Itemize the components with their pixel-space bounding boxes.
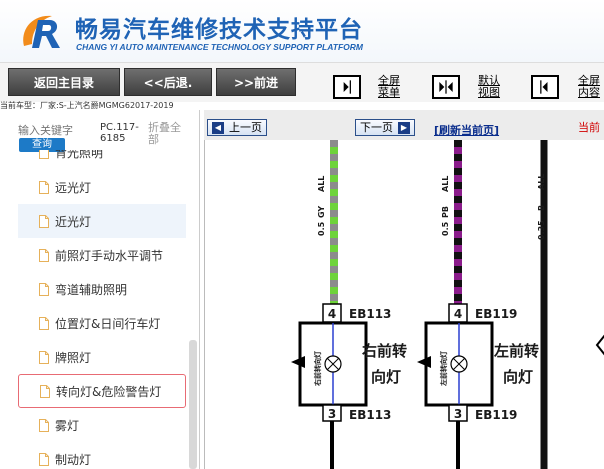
toolbar: 返回主目录 <<后退. >>前进 全屏 菜单 默认 视图 全屏 内容 [0, 62, 604, 102]
pin-top: 4 [328, 307, 336, 321]
fullscreen-content-label-2: 内容 [578, 86, 600, 99]
fullscreen-menu-label-2: 菜单 [378, 86, 400, 99]
fullscreen-menu-link[interactable]: 全屏 菜单 [378, 75, 400, 99]
tree-item[interactable]: 近光灯 [18, 204, 186, 238]
forward-button[interactable]: >>前进 [216, 68, 296, 96]
tree-item-label: 弯道辅助照明 [55, 282, 128, 297]
tree-item[interactable]: 远光灯 [18, 170, 186, 204]
component-right-front-turn-lamp[interactable]: 4 EB113 右前转向灯 右前转 向灯 3 EB113 [291, 303, 407, 469]
tree-item-label: 前照灯手动水平调节 [55, 248, 164, 263]
site-subtitle: CHANG YI AUTO MAINTENANCE TECHNOLOGY SUP… [76, 42, 363, 52]
document-icon [39, 316, 49, 330]
document-icon [39, 180, 49, 194]
sidebar-scrollbar[interactable] [189, 340, 197, 469]
tree-item-label: 近光灯 [55, 214, 92, 229]
diagram-header: ◀ 上一页 下一页 ▶ [204, 110, 604, 140]
tree-item[interactable]: 背光照明 [18, 150, 186, 164]
tree-item[interactable]: 制动灯 [18, 442, 186, 469]
connector-top: EB113 [349, 307, 391, 321]
document-icon [39, 282, 49, 296]
fullscreen-content-icon[interactable] [531, 75, 559, 99]
back-to-main-button[interactable]: 返回主目录 [8, 68, 120, 96]
wire-1-tag: ALL [317, 176, 326, 192]
sidebar: 查询 PC.117-6185 折叠全部 背光照明 远光灯 近光灯 前照灯手动水平… [0, 110, 200, 469]
wiring-diagram: ALL 0.5 GY ALL 0.5 PB ALL 0.35 B 4 EB113… [204, 140, 604, 469]
wiring-diagram-svg: ALL 0.5 GY ALL 0.5 PB ALL 0.35 B 4 EB113… [291, 140, 604, 469]
tree-item-label: 牌照灯 [55, 350, 92, 365]
document-icon [39, 150, 49, 159]
default-view-icon[interactable] [432, 75, 460, 99]
site-title: 畅易汽车维修技术支持平台 [75, 17, 363, 43]
tree-list: 背光照明 远光灯 近光灯 前照灯手动水平调节 弯道辅助照明 位置灯&日间行车灯 … [18, 150, 188, 469]
document-icon [39, 418, 49, 432]
component-label-line2: 向灯 [371, 368, 401, 386]
tree-item-label: 远光灯 [55, 180, 92, 195]
default-view-link[interactable]: 默认 视图 [478, 75, 500, 99]
connector-top: EB119 [475, 307, 517, 321]
component-left-front-turn-lamp[interactable]: 4 EB119 左前转向灯 左前转 向灯 3 EB119 [417, 303, 539, 469]
wire-1-color: GY [317, 206, 326, 218]
wire-2-color: PB [441, 206, 450, 218]
wire-3-color: B [537, 205, 546, 211]
pc-code: PC.117-6185 [100, 122, 139, 144]
tree-item-label: 制动灯 [55, 452, 92, 467]
connector-bottom: EB119 [475, 408, 517, 422]
collapse-all-button[interactable]: 折叠全部 [148, 122, 190, 146]
wire-2-size: 0.5 [441, 221, 450, 236]
arrow-left-icon: ◀ [212, 121, 224, 134]
tree-item[interactable]: 弯道辅助照明 [18, 272, 186, 306]
next-page-label: 下一页 [360, 121, 393, 134]
tree-item[interactable]: 牌照灯 [18, 340, 186, 374]
component-inner-label: 右前转向灯 [313, 351, 322, 387]
prev-page-label: 上一页 [229, 121, 262, 134]
search-input[interactable] [18, 123, 96, 137]
tree-item[interactable]: 位置灯&日间行车灯 [18, 306, 186, 340]
prev-page-button[interactable]: ◀ 上一页 [207, 119, 267, 136]
partial-component-edge [595, 334, 604, 356]
next-page-button[interactable]: 下一页 ▶ [355, 119, 415, 136]
document-icon [39, 214, 49, 228]
document-icon [40, 384, 50, 398]
tree-item[interactable]: 前照灯手动水平调节 [18, 238, 186, 272]
wire-3-size: 0.35 [537, 220, 546, 240]
pin-bottom: 3 [454, 407, 462, 421]
arrow-right-icon: ▶ [398, 121, 410, 134]
wire-1-size: 0.5 [317, 221, 326, 236]
component-label-line2: 向灯 [503, 368, 533, 386]
tree-item-label: 转向灯&危险警告灯 [56, 384, 162, 399]
document-icon [39, 452, 49, 466]
component-inner-label: 左前转向灯 [439, 351, 448, 387]
logo-icon [23, 15, 60, 48]
header: 畅易汽车维修技术支持平台 CHANG YI AUTO MAINTENANCE T… [0, 0, 604, 62]
tree-item-active[interactable]: 转向灯&危险警告灯 [18, 374, 186, 408]
component-label-line1: 右前转 [362, 342, 407, 360]
component-label-line1: 左前转 [493, 342, 539, 360]
tree-item-label: 背光照明 [55, 150, 104, 160]
wire-2-tag: ALL [441, 176, 450, 192]
document-icon [39, 350, 49, 364]
default-view-label-2: 视图 [478, 86, 500, 99]
connector-bottom: EB113 [349, 408, 391, 422]
current-tab-label: 当前 [578, 121, 600, 134]
wire-3-tag: ALL [537, 174, 546, 190]
tree-item-label: 位置灯&日间行车灯 [55, 316, 161, 331]
refresh-page-link[interactable]: [刷新当前页] [434, 122, 499, 138]
tree-item[interactable]: 雾灯 [18, 408, 186, 442]
tree-item-label: 雾灯 [55, 418, 80, 433]
fullscreen-content-link[interactable]: 全屏 内容 [578, 75, 600, 99]
pin-top: 4 [454, 307, 462, 321]
document-icon [39, 248, 49, 262]
back-button[interactable]: <<后退. [124, 68, 212, 96]
pin-bottom: 3 [328, 407, 336, 421]
fullscreen-menu-icon[interactable] [333, 75, 361, 99]
